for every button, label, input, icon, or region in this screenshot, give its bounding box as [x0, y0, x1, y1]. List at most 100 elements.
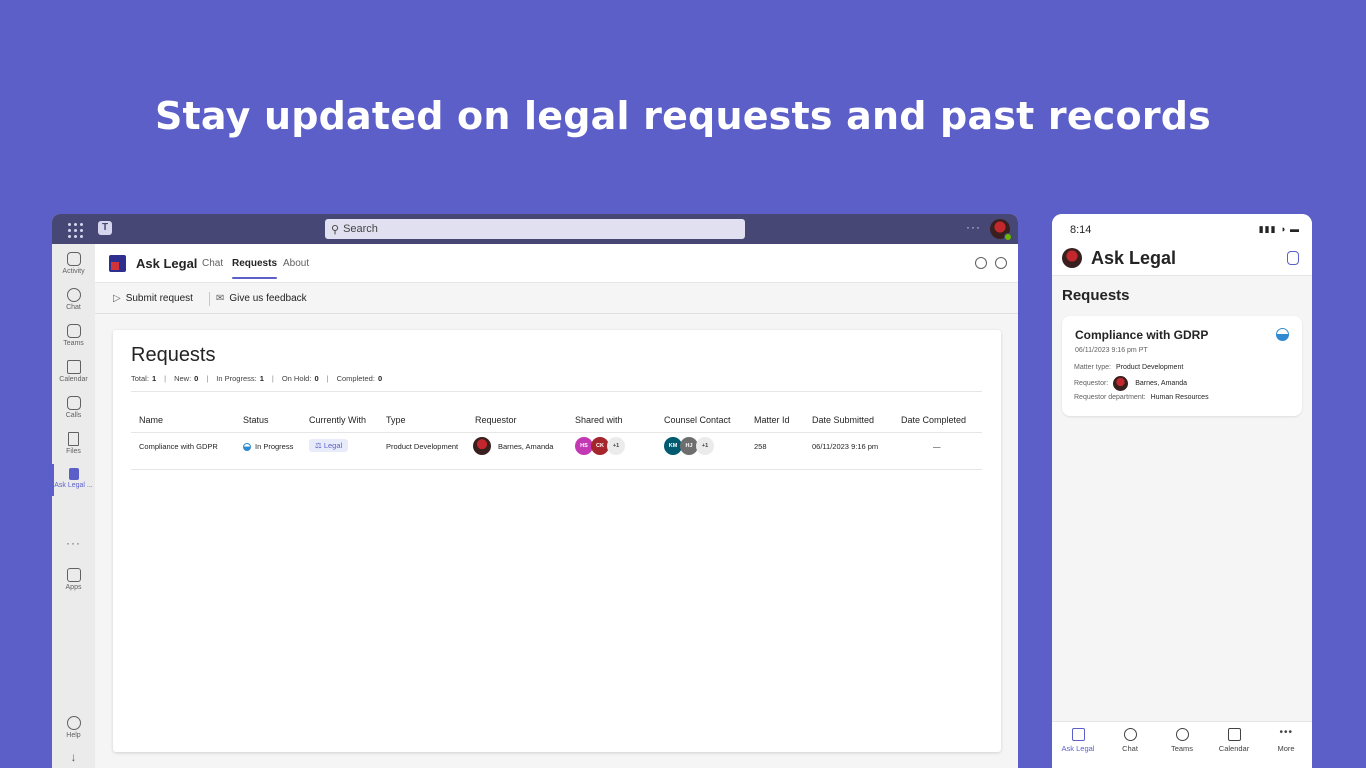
stat-in-progress: In Progress: 1 — [216, 374, 264, 383]
bottom-nav: Ask Legal Chat Teams Calendar ••• More — [1052, 721, 1312, 768]
nav-more[interactable]: ••• More — [1260, 727, 1312, 754]
globe-icon[interactable] — [995, 257, 1007, 269]
requestor: Requestor: Barnes, Amanda — [1074, 376, 1187, 391]
ask-legal-icon — [68, 468, 79, 480]
nav-ask-legal[interactable]: Ask Legal — [1052, 728, 1104, 753]
download-icon[interactable]: ↓ — [52, 750, 95, 764]
cell-date-submitted: 06/11/2023 9:16 pm — [812, 442, 879, 451]
headline: Stay updated on legal requests and past … — [154, 94, 1211, 138]
bot-icon[interactable] — [1287, 251, 1299, 265]
cell-counsel-contact[interactable]: KM HJ +1 — [664, 437, 714, 455]
column-header-date-submitted[interactable]: Date Submitted — [812, 415, 874, 425]
send-icon: ▷ — [113, 293, 121, 304]
status-bar: 8:14 ▮▮▮ ◑ ▬ — [1052, 214, 1312, 244]
search-icon: ⚲ — [331, 223, 340, 236]
rail-item-files[interactable]: Files — [52, 432, 95, 455]
section-title: Requests — [1062, 287, 1130, 304]
rail-item-help[interactable]: Help — [52, 716, 95, 739]
app-launcher-icon[interactable] — [66, 221, 83, 238]
in-progress-icon — [243, 442, 251, 451]
column-header-date-completed[interactable]: Date Completed — [901, 415, 966, 425]
signal-wifi-battery-icon: ▮▮▮ ◑ ▬ — [1258, 224, 1300, 234]
chat-icon — [66, 288, 81, 302]
calendar-icon — [66, 360, 81, 374]
more-apps-icon[interactable]: ··· — [52, 536, 95, 550]
feedback-button[interactable]: ✉ Give us feedback — [216, 293, 307, 304]
currently-with-badge: ⚖ Legal — [309, 439, 349, 452]
cell-status: In Progress — [243, 442, 293, 451]
app-name: Ask Legal — [136, 256, 198, 271]
column-header-requestor[interactable]: Requestor — [475, 415, 517, 425]
title-bar: T ⚲ Search ··· — [52, 214, 1018, 244]
tab-chat[interactable]: Chat — [202, 258, 223, 269]
request-stats: Total: 1 | New: 0 | In Progress: 1 | On Hol… — [131, 374, 383, 383]
teams-desktop-window: T ⚲ Search ··· Activity Chat Teams Calen… — [52, 214, 1018, 768]
ask-legal-app-icon — [109, 255, 126, 272]
nav-chat[interactable]: Chat — [1104, 728, 1156, 753]
nav-teams[interactable]: Teams — [1156, 728, 1208, 753]
tab-about[interactable]: About — [283, 258, 309, 269]
matter-type: Matter type: Product Development — [1074, 364, 1184, 371]
column-header-status[interactable]: Status — [243, 415, 269, 425]
toolbar-divider — [209, 292, 210, 306]
rail-item-apps[interactable]: Apps — [52, 568, 95, 591]
feedback-icon: ✉ — [216, 293, 225, 304]
column-header-shared-with[interactable]: Shared with — [575, 415, 623, 425]
avatar-overflow: +1 — [607, 437, 625, 455]
stat-completed: Completed: 0 — [336, 374, 383, 383]
request-card[interactable]: Compliance with GDRP 06/11/2023 9:16 pm … — [1062, 316, 1302, 416]
requestor-avatar — [1113, 376, 1129, 391]
search-input[interactable]: ⚲ Search — [325, 219, 745, 239]
phone-icon — [66, 396, 81, 410]
column-header-type[interactable]: Type — [386, 415, 406, 425]
cell-date-completed: — — [933, 442, 941, 451]
nav-calendar[interactable]: Calendar — [1208, 728, 1260, 753]
rail-item-ask-legal[interactable]: Ask Legal ... — [52, 464, 95, 496]
bell-icon — [66, 252, 81, 266]
requests-card: Requests Total: 1 | New: 0 | In Progress: 1… — [113, 330, 1001, 752]
mobile-header: Ask Legal — [1052, 244, 1312, 276]
stat-on-hold: On Hold: 0 — [281, 374, 319, 383]
avatar[interactable] — [990, 219, 1012, 241]
rail-item-activity[interactable]: Activity — [52, 252, 95, 275]
app-name: Ask Legal — [1091, 248, 1177, 268]
cell-matter-id: 258 — [754, 442, 767, 451]
calendar-icon — [1227, 728, 1241, 741]
cell-currently-with: ⚖ Legal — [309, 439, 349, 452]
page-title: Requests — [131, 344, 216, 366]
requestor-avatar — [473, 437, 491, 455]
apps-icon — [66, 568, 81, 582]
rail-item-chat[interactable]: Chat — [52, 288, 95, 311]
teams-icon — [66, 324, 81, 338]
stat-new: New: 0 — [174, 374, 199, 383]
rail-item-teams[interactable]: Teams — [52, 324, 95, 347]
request-date: 06/11/2023 9:16 pm PT — [1075, 347, 1148, 354]
submit-request-button[interactable]: ▷ Submit request — [113, 293, 193, 304]
status-time: 8:14 — [1070, 224, 1092, 236]
avatar[interactable] — [1062, 248, 1082, 268]
cell-shared-with[interactable]: HS CK +1 — [575, 437, 625, 455]
stat-total: Total: 1 — [131, 374, 157, 383]
toolbar: ▷ Submit request ✉ Give us feedback — [95, 284, 1018, 314]
search-placeholder: Search — [343, 223, 378, 235]
cell-name[interactable]: Compliance with GDPR — [139, 442, 218, 451]
more-icon: ••• — [1279, 727, 1294, 738]
tab-requests[interactable]: Requests — [232, 258, 278, 279]
chat-icon — [1123, 728, 1137, 741]
rail-item-calendar[interactable]: Calendar — [52, 360, 95, 383]
request-title: Compliance with GDRP — [1075, 328, 1209, 342]
ask-legal-icon — [1071, 728, 1085, 741]
refresh-icon[interactable] — [975, 257, 987, 269]
more-options-icon[interactable]: ··· — [966, 220, 981, 234]
column-header-counsel-contact[interactable]: Counsel Contact — [664, 415, 731, 425]
column-header-currently-with[interactable]: Currently With — [309, 415, 366, 425]
mobile-app: 8:14 ▮▮▮ ◑ ▬ Ask Legal Requests Complian… — [1052, 214, 1312, 768]
requestor-department: Requestor department: Human Resources — [1074, 394, 1209, 401]
column-header-name[interactable]: Name — [139, 415, 163, 425]
teams-icon — [1175, 728, 1189, 741]
cell-requestor[interactable]: Barnes, Amanda — [473, 437, 553, 455]
teams-logo-icon: T — [98, 221, 112, 235]
column-header-matter-id[interactable]: Matter Id — [754, 415, 790, 425]
rail-item-calls[interactable]: Calls — [52, 396, 95, 419]
in-progress-icon — [1276, 328, 1289, 341]
